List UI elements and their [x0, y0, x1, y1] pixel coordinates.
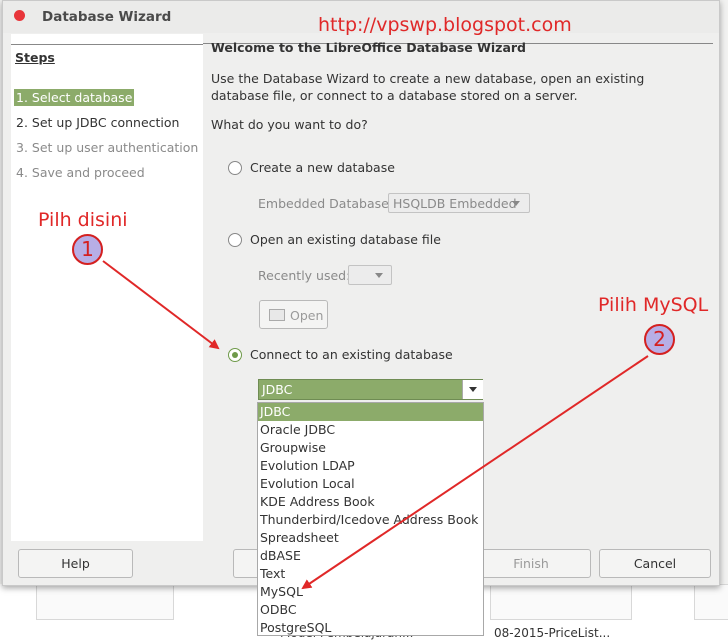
- finish-button-label: Finish: [513, 556, 549, 571]
- folder-icon: [269, 309, 285, 321]
- watermark-url: http://vpswp.blogspot.com: [318, 14, 572, 36]
- database-type-select[interactable]: JDBC: [258, 379, 483, 400]
- file-thumbnail[interactable]: [36, 584, 174, 620]
- database-type-list: JDBC Oracle JDBC Groupwise Evolution LDAP Ev…: [257, 402, 484, 636]
- database-type-option[interactable]: Groupwise: [258, 439, 483, 457]
- dropdown-button[interactable]: [462, 380, 483, 399]
- database-type-option[interactable]: Spreadsheet: [258, 529, 483, 547]
- annotation-note-1: Pilh disini: [38, 209, 128, 231]
- radio-open-existing[interactable]: [228, 233, 242, 247]
- annotation-badge-2: 2: [644, 324, 675, 355]
- help-button[interactable]: Help: [18, 549, 133, 578]
- recently-used-label: Recently used:: [258, 268, 351, 283]
- open-button: Open: [259, 300, 328, 329]
- open-existing-label[interactable]: Open an existing database file: [250, 232, 441, 247]
- recently-used-select: [348, 265, 392, 285]
- embedded-database-label: Embedded Database:: [258, 196, 394, 211]
- create-new-label[interactable]: Create a new database: [250, 160, 395, 175]
- page-description: Use the Database Wizard to create a new …: [211, 71, 645, 103]
- file-thumbnail[interactable]: [694, 584, 728, 620]
- embedded-database-value: HSQLDB Embedded: [393, 196, 517, 211]
- chevron-down-icon: [375, 273, 383, 278]
- database-type-option[interactable]: PostgreSQL: [258, 619, 483, 637]
- step-select-database[interactable]: 1. Select database: [14, 89, 135, 106]
- database-type-option[interactable]: dBASE: [258, 547, 483, 565]
- step-setup-jdbc[interactable]: 2. Set up JDBC connection: [14, 114, 181, 131]
- file-thumbnail[interactable]: [490, 584, 632, 620]
- embedded-database-select: HSQLDB Embedded: [388, 193, 530, 213]
- database-type-value: JDBC: [262, 382, 293, 397]
- open-button-label: Open: [290, 308, 324, 323]
- database-type-option[interactable]: Text: [258, 565, 483, 583]
- steps-panel: Steps 1. Select database 2. Set up JDBC …: [11, 34, 203, 541]
- file-label: 08-2015-PriceList...: [494, 626, 611, 640]
- finish-button: Finish: [471, 549, 591, 578]
- cancel-button[interactable]: Cancel: [599, 549, 711, 578]
- annotation-note-2: Pilih MySQL: [598, 294, 709, 316]
- chevron-down-icon: [469, 387, 477, 392]
- radio-create-new[interactable]: [228, 161, 242, 175]
- cancel-button-label: Cancel: [633, 556, 677, 571]
- step-save-proceed: 4. Save and proceed: [16, 165, 145, 180]
- database-type-option[interactable]: KDE Address Book: [258, 493, 483, 511]
- database-type-option[interactable]: Oracle JDBC: [258, 421, 483, 439]
- step-user-auth: 3. Set up user authentication: [16, 140, 199, 155]
- close-icon[interactable]: [14, 10, 25, 21]
- help-button-label: Help: [61, 556, 90, 571]
- database-type-option[interactable]: JDBC: [258, 403, 483, 421]
- chevron-down-icon: [512, 201, 520, 206]
- window-title: Database Wizard: [42, 9, 172, 25]
- database-type-option[interactable]: MySQL: [258, 583, 483, 601]
- database-type-option[interactable]: ODBC: [258, 601, 483, 619]
- database-type-option[interactable]: Evolution Local: [258, 475, 483, 493]
- page-title: Welcome to the LibreOffice Database Wiza…: [211, 40, 526, 55]
- connect-existing-label[interactable]: Connect to an existing database: [250, 347, 453, 362]
- radio-connect-existing[interactable]: [228, 348, 242, 362]
- database-type-option[interactable]: Thunderbird/Icedove Address Book: [258, 511, 483, 529]
- steps-heading: Steps: [15, 50, 55, 65]
- steps-divider: [11, 44, 203, 45]
- annotation-badge-1: 1: [72, 234, 103, 265]
- question-label: What do you want to do?: [211, 117, 368, 132]
- database-type-option[interactable]: Evolution LDAP: [258, 457, 483, 475]
